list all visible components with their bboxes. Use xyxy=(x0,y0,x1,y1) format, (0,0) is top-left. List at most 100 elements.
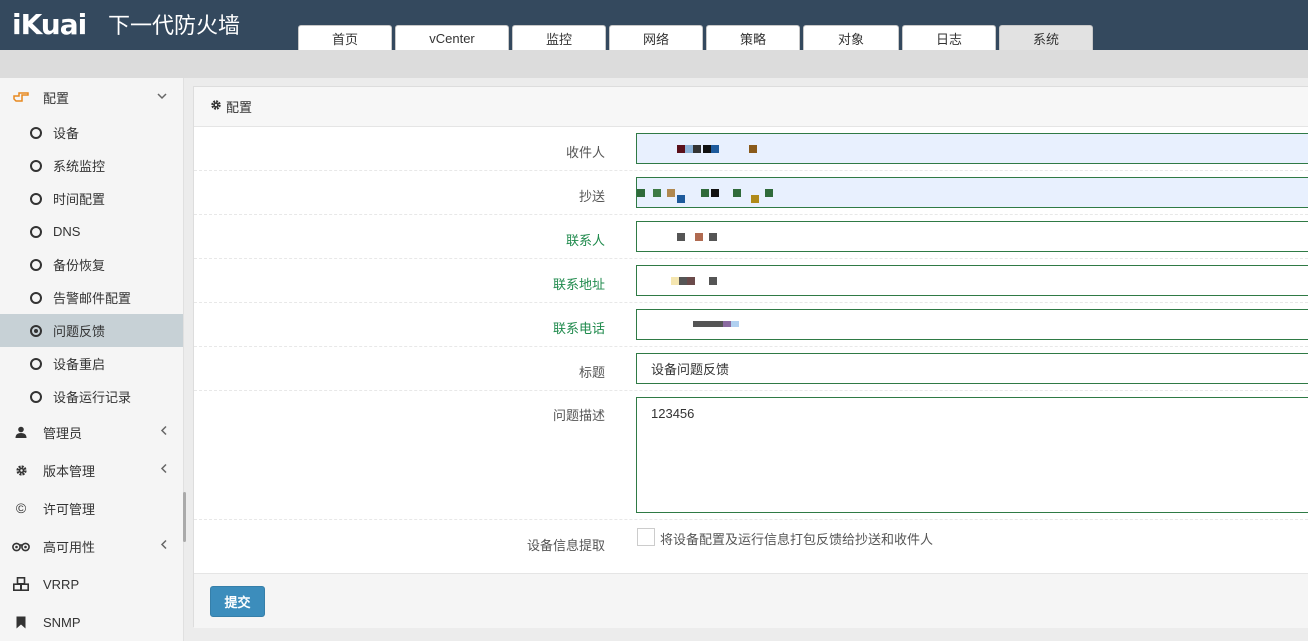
sidebar-group-snmp[interactable]: SNMP xyxy=(0,603,183,641)
tab-network[interactable]: 网络 xyxy=(609,25,703,50)
sidebar-item-label: DNS xyxy=(53,224,81,239)
redacted-pixel xyxy=(677,194,685,203)
sidebar-group-label: 版本管理 xyxy=(43,463,96,479)
circle-icon xyxy=(30,357,42,370)
redacted-pixel xyxy=(671,276,679,285)
circle-icon xyxy=(30,390,42,403)
sidebar-item-label: 设备运行记录 xyxy=(53,390,132,405)
bookmark-icon xyxy=(12,616,30,629)
sidebar-item-feedback[interactable]: 问题反馈 xyxy=(0,314,183,347)
tab-system[interactable]: 系统 xyxy=(999,25,1093,50)
redacted-pixel xyxy=(765,188,773,197)
phone-label: 联系电话 xyxy=(552,321,605,336)
phone-input[interactable] xyxy=(636,309,1308,340)
redacted-pixel xyxy=(751,194,759,203)
sidebar-item-system-monitor[interactable]: 系统监控 xyxy=(0,149,183,182)
sidebar-item-reboot[interactable]: 设备重启 xyxy=(0,347,183,380)
chevron-left-icon xyxy=(160,539,167,553)
recipient-label: 收件人 xyxy=(565,145,605,160)
sidebar-group-admin[interactable]: 管理员 xyxy=(0,413,183,451)
copyright-icon: © xyxy=(15,500,27,516)
redacted-pixel xyxy=(701,188,709,197)
sidebar-item-label: 告警邮件配置 xyxy=(53,291,132,306)
cc-input[interactable] xyxy=(636,177,1308,208)
hand-pointer-icon xyxy=(12,91,30,103)
redacted-pixel xyxy=(733,188,741,197)
redacted-pixel xyxy=(703,144,711,153)
redacted-pixel xyxy=(687,276,695,285)
sidebar-group-ha[interactable]: 高可用性 xyxy=(0,527,183,565)
circle-icon xyxy=(30,159,42,172)
redacted-pixel xyxy=(677,144,685,153)
form-row-recipient: 收件人 xyxy=(194,127,1308,171)
circle-dot-icon xyxy=(30,324,42,337)
top-header: iKuai 下一代防火墙 首页 vCenter 监控 网络 策略 对象 日志 系… xyxy=(0,0,1308,50)
submit-button[interactable]: 提交 xyxy=(210,586,265,617)
redacted-pixel xyxy=(723,320,731,327)
redacted-pixel xyxy=(667,188,675,197)
sidebar-group-license[interactable]: © 许可管理 xyxy=(0,489,183,527)
redacted-pixel xyxy=(693,320,723,327)
chevron-left-icon xyxy=(160,425,167,439)
logo-text: iKuai xyxy=(12,7,87,41)
sidebar-group-version[interactable]: 版本管理 xyxy=(0,451,183,489)
tab-home[interactable]: 首页 xyxy=(298,25,392,50)
sidebar-group-config[interactable]: 配置 xyxy=(0,78,183,116)
device-info-label: 设备信息提取 xyxy=(526,538,605,553)
redacted-pixel xyxy=(695,232,703,241)
sidebar-item-label: 备份恢复 xyxy=(53,258,106,273)
subject-input[interactable]: 设备问题反馈 xyxy=(636,353,1308,384)
form-row-address: 联系地址 xyxy=(194,259,1308,303)
sidebar-scrollbar[interactable] xyxy=(183,492,186,542)
sidebar-group-label: SNMP xyxy=(43,614,81,630)
form-row-device-info: 设备信息提取 将设备配置及运行信息打包反馈给抄送和收件人 xyxy=(194,520,1308,568)
gear-icon xyxy=(210,99,222,114)
redacted-pixel xyxy=(711,144,719,153)
tab-policy[interactable]: 策略 xyxy=(706,25,800,50)
sidebar-item-device[interactable]: 设备 xyxy=(0,116,183,149)
sidebar-item-time-config[interactable]: 时间配置 xyxy=(0,182,183,215)
tab-object[interactable]: 对象 xyxy=(803,25,899,50)
product-title: 下一代防火墙 xyxy=(108,14,241,39)
sidebar-item-run-log[interactable]: 设备运行记录 xyxy=(0,380,183,413)
redacted-pixel xyxy=(749,144,757,153)
form-row-phone: 联系电话 xyxy=(194,303,1308,347)
panel-footer: 提交 xyxy=(194,573,1308,628)
chevron-left-icon xyxy=(160,463,167,477)
cubes-icon xyxy=(12,577,30,591)
user-icon xyxy=(12,426,30,438)
redacted-pixel xyxy=(711,188,719,197)
sidebar-item-alert-mail[interactable]: 告警邮件配置 xyxy=(0,281,183,314)
gear-icon xyxy=(12,464,30,477)
sidebar-item-backup[interactable]: 备份恢复 xyxy=(0,248,183,281)
circle-icon xyxy=(30,126,42,139)
description-textarea[interactable]: 123456 xyxy=(636,397,1308,513)
sidebar-group-label: 配置 xyxy=(43,90,70,106)
binoculars-icon xyxy=(12,541,30,552)
sidebar-item-dns[interactable]: DNS xyxy=(0,215,183,248)
device-info-checkbox[interactable] xyxy=(637,528,655,546)
circle-icon xyxy=(30,192,42,205)
redacted-pixel xyxy=(709,276,717,285)
sidebar-group-label: 许可管理 xyxy=(43,501,96,517)
recipient-input[interactable] xyxy=(636,133,1308,164)
brand-logo[interactable]: iKuai xyxy=(12,6,87,42)
redacted-pixel xyxy=(709,232,717,241)
circle-icon xyxy=(30,291,42,304)
tab-vcenter[interactable]: vCenter xyxy=(395,25,509,50)
form-row-subject: 标题 设备问题反馈 xyxy=(194,347,1308,391)
subject-label: 标题 xyxy=(578,365,605,380)
description-label: 问题描述 xyxy=(552,408,605,423)
tab-log[interactable]: 日志 xyxy=(902,25,996,50)
device-info-checkbox-label[interactable]: 将设备配置及运行信息打包反馈给抄送和收件人 xyxy=(660,529,933,548)
circle-icon xyxy=(30,225,42,238)
address-input[interactable] xyxy=(636,265,1308,296)
sidebar-group-label: 高可用性 xyxy=(43,539,96,555)
sidebar-group-label: VRRP xyxy=(43,576,80,592)
contact-input[interactable] xyxy=(636,221,1308,252)
tab-monitor[interactable]: 监控 xyxy=(512,25,606,50)
redacted-pixel xyxy=(677,232,685,241)
sidebar-item-label: 时间配置 xyxy=(53,192,106,207)
sidebar-group-vrrp[interactable]: VRRP xyxy=(0,565,183,603)
form-row-cc: 抄送 xyxy=(194,171,1308,215)
